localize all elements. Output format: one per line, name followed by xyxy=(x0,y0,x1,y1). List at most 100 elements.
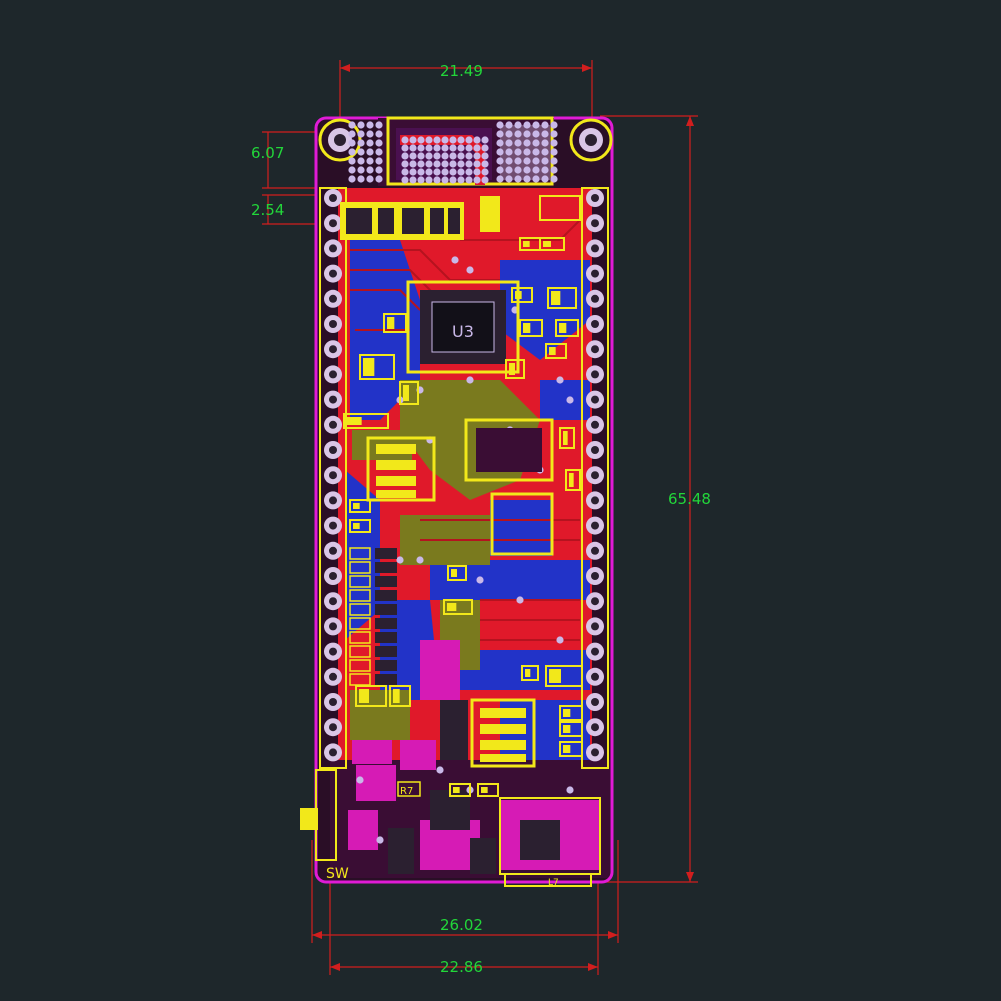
resistor-body xyxy=(375,632,397,643)
via xyxy=(425,160,433,168)
via xyxy=(523,175,531,183)
via xyxy=(556,376,564,384)
pin-hole xyxy=(591,294,599,303)
resistor-body xyxy=(375,660,397,671)
via xyxy=(505,148,513,156)
via xyxy=(433,160,441,168)
pin-hole xyxy=(329,647,337,656)
via xyxy=(523,139,531,147)
via xyxy=(481,160,489,168)
pin-hole xyxy=(591,446,599,454)
via xyxy=(514,157,522,165)
resistor-body xyxy=(375,646,397,657)
via xyxy=(550,139,558,147)
via xyxy=(473,176,481,184)
pin-hole xyxy=(329,219,337,228)
via xyxy=(366,121,374,129)
via xyxy=(541,166,549,174)
via xyxy=(523,166,531,174)
via xyxy=(457,152,465,160)
pin-hole xyxy=(591,420,599,429)
via xyxy=(441,176,449,184)
via xyxy=(449,168,457,176)
via xyxy=(449,144,457,152)
via xyxy=(409,144,417,152)
via xyxy=(375,130,383,138)
mcu-u3: U3 xyxy=(406,280,520,374)
via xyxy=(532,148,540,156)
dim-height: 65.48 xyxy=(668,490,711,508)
smd-terminal xyxy=(551,291,561,305)
smd-terminal xyxy=(347,417,362,425)
via xyxy=(541,157,549,165)
via xyxy=(348,157,356,165)
via xyxy=(375,148,383,156)
via xyxy=(441,152,449,160)
via xyxy=(396,556,404,564)
pin-hole xyxy=(329,320,337,328)
pin-hole xyxy=(591,320,599,328)
via xyxy=(465,152,473,160)
smd-terminal xyxy=(523,241,530,247)
via xyxy=(457,136,465,144)
via xyxy=(375,175,383,183)
via xyxy=(457,144,465,152)
via xyxy=(496,130,504,138)
via xyxy=(473,160,481,168)
resistor-body xyxy=(375,590,397,601)
via xyxy=(376,836,384,844)
smd-terminal xyxy=(563,745,571,753)
smd-terminal xyxy=(403,385,409,401)
via xyxy=(457,168,465,176)
via xyxy=(425,168,433,176)
via xyxy=(366,157,374,165)
pin-hole xyxy=(329,672,337,681)
pcb-layout-diagram: 21.49 6.07 2.54 65.48 26.02 22.86 U3 SW … xyxy=(251,60,711,976)
via xyxy=(532,175,540,183)
via xyxy=(505,157,513,165)
via xyxy=(476,576,484,584)
via xyxy=(348,166,356,174)
smd-terminal xyxy=(515,291,522,299)
smd-terminal xyxy=(451,569,457,577)
pin-hole xyxy=(329,521,337,530)
smd-terminal xyxy=(363,358,375,376)
via xyxy=(433,136,441,144)
via xyxy=(425,176,433,184)
via xyxy=(425,136,433,144)
via xyxy=(417,152,425,160)
via xyxy=(375,121,383,129)
via xyxy=(433,168,441,176)
via xyxy=(366,175,374,183)
via xyxy=(496,175,504,183)
via xyxy=(496,148,504,156)
via xyxy=(441,168,449,176)
header-pins-left xyxy=(324,189,342,762)
via xyxy=(441,144,449,152)
resistor-body xyxy=(375,604,397,615)
via xyxy=(473,144,481,152)
via xyxy=(516,596,524,604)
via xyxy=(496,166,504,174)
pin-hole xyxy=(591,370,599,379)
pin-hole xyxy=(591,219,599,228)
via xyxy=(348,175,356,183)
via xyxy=(366,139,374,147)
via xyxy=(348,148,356,156)
via xyxy=(465,160,473,168)
r7-label: R7 xyxy=(400,786,413,797)
pin-hole xyxy=(329,572,337,580)
pin-hole xyxy=(591,269,599,278)
via xyxy=(541,130,549,138)
via xyxy=(481,144,489,152)
via xyxy=(401,168,409,176)
resistor-body xyxy=(375,562,397,573)
smd-terminal xyxy=(453,787,460,793)
via xyxy=(417,168,425,176)
via xyxy=(366,148,374,156)
via xyxy=(505,130,513,138)
smd-terminal xyxy=(549,347,556,355)
pin-hole xyxy=(591,748,599,757)
via xyxy=(473,152,481,160)
pin-hole xyxy=(329,471,337,480)
